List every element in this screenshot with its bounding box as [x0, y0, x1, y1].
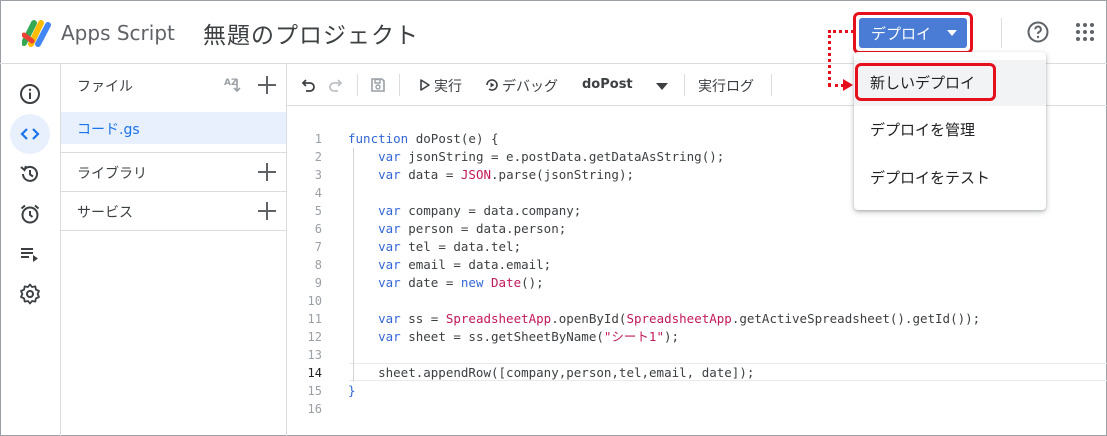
add-service-icon[interactable]: [258, 202, 276, 220]
files-title: ファイル: [77, 79, 133, 95]
info-icon[interactable]: [18, 82, 42, 106]
toolbar-divider: [771, 74, 772, 96]
sort-label: AZ: [224, 78, 238, 88]
debug-button[interactable]: デバッグ: [502, 76, 558, 96]
code-line: 16: [307, 402, 322, 416]
code-line: 9 var date = new Date();: [314, 275, 544, 290]
toolbar-divider: [399, 74, 400, 96]
callout-line: [828, 30, 831, 86]
undo-icon[interactable]: [299, 76, 317, 94]
code-line: 7 var tel = data.tel;: [314, 239, 522, 254]
libraries-label: ライブラリ: [77, 166, 147, 182]
callout-line: [828, 84, 844, 87]
history-icon[interactable]: [18, 162, 42, 186]
run-icon[interactable]: [418, 78, 432, 92]
deploy-button-label: デプロイ: [871, 24, 932, 43]
function-select[interactable]: doPost: [582, 77, 633, 92]
code-line-active: 14 sheet.appendRow([company,person,tel,e…: [307, 365, 755, 380]
menu-item-manage-deployments[interactable]: デプロイを管理: [854, 107, 1046, 153]
debug-icon[interactable]: [484, 77, 500, 93]
toolbar-divider: [357, 74, 358, 96]
libraries-section[interactable]: ライブラリ: [61, 152, 287, 190]
menu-item-label: デプロイをテスト: [870, 169, 991, 187]
left-nav-rail: [0, 64, 61, 436]
menu-item-highlight: [855, 63, 996, 101]
code-icon[interactable]: [18, 122, 42, 146]
section-divider: [61, 230, 287, 231]
app-name: Apps Script: [61, 21, 175, 45]
add-file-icon[interactable]: [258, 76, 276, 94]
add-library-icon[interactable]: [258, 163, 276, 181]
save-icon[interactable]: [369, 76, 387, 94]
sort-az-icon[interactable]: AZ: [223, 75, 245, 95]
code-line: 12 var sheet = ss.getSheetByName("シート1")…: [307, 329, 680, 344]
callout-line: [828, 30, 854, 33]
help-icon[interactable]: [1026, 20, 1050, 44]
run-button[interactable]: 実行: [434, 76, 462, 96]
execution-log-button[interactable]: 実行ログ: [698, 76, 754, 96]
files-panel: ファイル AZ コード.gs ライブラリ サービス: [61, 64, 287, 436]
deploy-button[interactable]: デプロイ: [859, 18, 967, 48]
callout-arrow-icon: [843, 79, 853, 91]
code-line: 10: [307, 294, 322, 308]
executions-icon[interactable]: [18, 242, 42, 266]
alarm-icon[interactable]: [18, 202, 42, 226]
google-apps-icon[interactable]: [1076, 23, 1096, 43]
settings-icon[interactable]: [18, 282, 42, 306]
header-divider: [1001, 18, 1002, 48]
toolbar-divider: [684, 74, 685, 96]
menu-item-label: デプロイを管理: [870, 121, 976, 139]
code-line: 8 var email = data.email;: [314, 257, 552, 272]
apps-script-logo-icon: [22, 20, 51, 47]
code-line: 15}: [307, 383, 356, 398]
code-line: 6 var person = data.person;: [314, 221, 567, 236]
chevron-down-icon[interactable]: [656, 83, 668, 90]
code-line: 13: [307, 348, 322, 362]
code-line: 11 var ss = SpreadsheetApp.openById(Spre…: [307, 311, 981, 326]
services-section[interactable]: サービス: [61, 191, 287, 229]
services-label: サービス: [77, 205, 133, 221]
files-header: ファイル AZ: [61, 64, 287, 106]
redo-icon[interactable]: [327, 76, 345, 94]
file-name: コード.gs: [77, 122, 140, 138]
project-title[interactable]: 無題のプロジェクト: [203, 16, 419, 50]
menu-item-test-deployments[interactable]: デプロイをテスト: [854, 155, 1046, 201]
file-item[interactable]: コード.gs: [61, 112, 286, 144]
caret-down-icon: [947, 30, 957, 36]
deploy-button-highlight: デプロイ: [853, 12, 973, 54]
